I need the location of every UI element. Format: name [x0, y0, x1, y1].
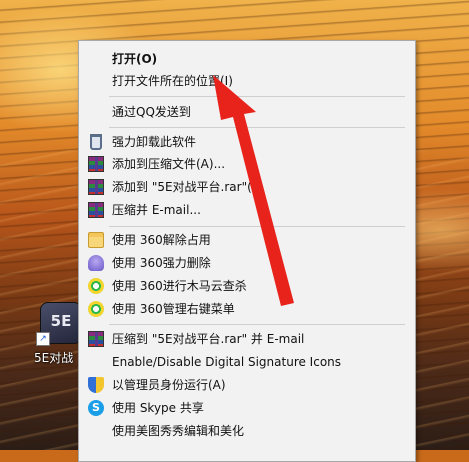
menu-item-meitu-edit[interactable]: 使用美图秀秀编辑和美化 — [79, 420, 415, 442]
menu-item-360-force-delete[interactable]: 使用 360强力删除 — [79, 252, 415, 274]
menu-item-360-manage-menu[interactable]: 使用 360管理右键菜单 — [79, 298, 415, 320]
360-icon — [88, 301, 104, 317]
winrar-icon — [88, 156, 104, 172]
360-icon — [88, 278, 104, 294]
menu-item-label: 添加到压缩文件(A)... — [112, 157, 226, 171]
menu-item-label: 打开文件所在的位置(I) — [112, 74, 233, 88]
menu-item-skype-share[interactable]: S 使用 Skype 共享 — [79, 397, 415, 419]
menu-item-label: 通过QQ发送到 — [112, 105, 191, 119]
menu-item-open[interactable]: 打开(O) — [79, 48, 415, 70]
menu-item-label: 打开(O) — [112, 52, 158, 66]
menu-item-label: 强力卸载此软件 — [112, 135, 197, 149]
app-icon-text: 5E — [50, 312, 72, 330]
menu-item-label: 压缩并 E-mail... — [112, 203, 201, 217]
menu-item-label: 使用 360强力删除 — [112, 256, 211, 270]
menu-item-label: 压缩到 "5E对战平台.rar" 并 E-mail — [112, 332, 305, 346]
menu-item-360-trojan-scan[interactable]: 使用 360进行木马云查杀 — [79, 275, 415, 297]
desktop-shortcut-5e[interactable]: 5E ↗ 5E对战 — [34, 300, 82, 372]
shortcut-arrow-icon: ↗ — [36, 332, 50, 346]
winrar-icon — [88, 179, 104, 195]
winrar-icon — [88, 331, 104, 347]
menu-item-add-to-archive[interactable]: 添加到压缩文件(A)... — [79, 153, 415, 175]
menu-separator — [109, 96, 405, 97]
menu-item-label: 添加到 "5E对战平台.rar"( — [112, 180, 252, 194]
menu-item-label: 使用 360进行木马云查杀 — [112, 279, 247, 293]
uac-shield-icon — [88, 377, 104, 393]
menu-item-compress-to-rar-email[interactable]: 压缩到 "5E对战平台.rar" 并 E-mail — [79, 328, 415, 350]
menu-item-compress-and-email[interactable]: 压缩并 E-mail... — [79, 199, 415, 221]
winrar-icon — [88, 202, 104, 218]
menu-separator — [109, 324, 405, 325]
menu-item-label: Enable/Disable Digital Signature Icons — [112, 355, 342, 369]
menu-separator — [109, 226, 405, 227]
skype-icon: S — [88, 400, 104, 416]
menu-item-label: 以管理员身份运行(A) — [112, 378, 226, 392]
menu-item-label: 使用美图秀秀编辑和美化 — [112, 424, 245, 438]
menu-item-send-via-qq[interactable]: 通过QQ发送到 — [79, 101, 415, 123]
menu-item-digital-signature-icons[interactable]: Enable/Disable Digital Signature Icons — [79, 351, 415, 373]
menu-item-run-as-admin[interactable]: 以管理员身份运行(A) — [79, 374, 415, 396]
folder-icon — [88, 232, 104, 248]
menu-item-add-to-rar[interactable]: 添加到 "5E对战平台.rar"( — [79, 176, 415, 198]
menu-item-label: 使用 Skype 共享 — [112, 401, 204, 415]
shredder-icon — [88, 255, 104, 271]
menu-item-360-unlock[interactable]: 使用 360解除占用 — [79, 229, 415, 251]
menu-separator — [109, 127, 405, 128]
menu-item-label: 使用 360管理右键菜单 — [112, 302, 235, 316]
context-menu: 打开(O) 打开文件所在的位置(I) 通过QQ发送到 强力卸载此软件 添加到压缩… — [78, 40, 416, 462]
menu-item-open-file-location[interactable]: 打开文件所在的位置(I) — [79, 70, 415, 92]
trash-icon — [90, 134, 102, 150]
menu-item-label: 使用 360解除占用 — [112, 233, 211, 247]
menu-item-force-uninstall[interactable]: 强力卸载此软件 — [79, 131, 415, 153]
